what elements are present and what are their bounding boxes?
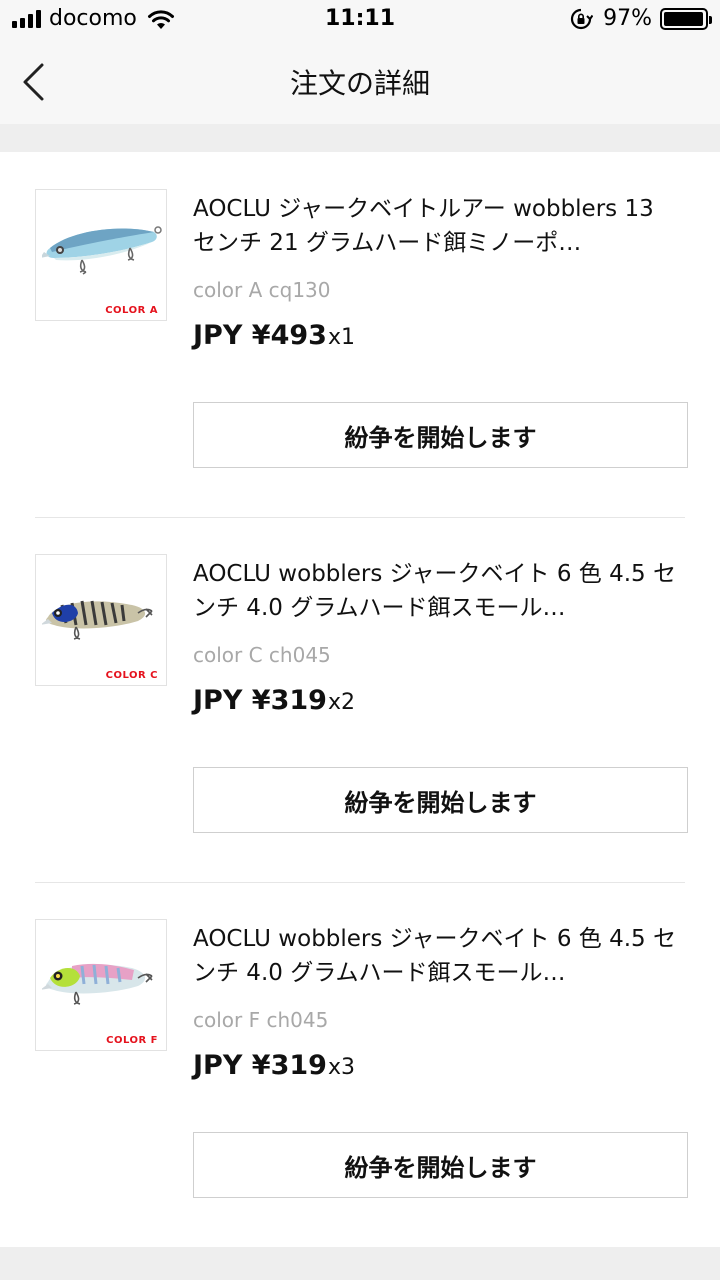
product-image[interactable]: COLOR A: [35, 189, 167, 321]
product-variant: color C ch045: [193, 643, 331, 667]
status-right: 97%: [569, 6, 712, 31]
product-variant: color F ch045: [193, 1008, 329, 1032]
product-title[interactable]: AOCLU wobblers ジャークベイト 6 色 4.5 センチ 4.0 グ…: [193, 557, 683, 625]
product-title[interactable]: AOCLU wobblers ジャークベイト 6 色 4.5 センチ 4.0 グ…: [193, 922, 683, 990]
page-title: 注文の詳細: [289, 67, 430, 100]
battery-icon: [660, 7, 712, 30]
nav-bar: 注文の詳細: [0, 40, 720, 124]
product-image[interactable]: COLOR F: [35, 919, 167, 1051]
section-divider: [0, 124, 720, 152]
battery-fill: [664, 11, 703, 26]
quantity: x3: [327, 1055, 355, 1080]
price-value: JPY ¥493: [193, 320, 327, 351]
crankbait-lure-illustration: [42, 963, 153, 1005]
quantity: x2: [327, 690, 355, 715]
product-title[interactable]: AOCLU ジャークベイトルアー wobblers 13 センチ 21 グラムハ…: [193, 192, 683, 260]
price-value: JPY ¥319: [193, 1050, 327, 1081]
image-color-label: COLOR C: [105, 670, 158, 681]
product-price: JPY ¥493x1: [193, 320, 355, 351]
image-color-label: COLOR F: [106, 1035, 158, 1046]
order-item: COLOR A AOCLU ジャークベイトルアー wobblers 13 センチ…: [0, 152, 720, 517]
status-bar: docomo 11:11 97%: [0, 0, 720, 40]
minnow-lure-illustration: [42, 226, 162, 275]
open-dispute-button[interactable]: 紛争を開始します: [193, 1132, 688, 1198]
product-price: JPY ¥319x3: [193, 1050, 355, 1081]
bottom-divider: [0, 1247, 720, 1280]
battery-percent: 97%: [603, 6, 652, 31]
rotation-lock-icon: [571, 8, 594, 29]
quantity: x1: [327, 325, 355, 350]
open-dispute-button[interactable]: 紛争を開始します: [193, 402, 688, 468]
product-variant: color A cq130: [193, 278, 331, 302]
order-items: COLOR A AOCLU ジャークベイトルアー wobblers 13 センチ…: [0, 152, 720, 1247]
order-item: COLOR F AOCLU wobblers ジャークベイト 6 色 4.5 セ…: [0, 882, 720, 1247]
product-price: JPY ¥319x2: [193, 685, 355, 716]
order-item: COLOR C AOCLU wobblers ジャークベイト 6 色 4.5 セ…: [0, 517, 720, 882]
product-image[interactable]: COLOR C: [35, 554, 167, 686]
image-color-label: COLOR A: [105, 305, 158, 316]
crankbait-lure-illustration: [42, 600, 153, 640]
price-value: JPY ¥319: [193, 685, 327, 716]
open-dispute-button[interactable]: 紛争を開始します: [193, 767, 688, 833]
